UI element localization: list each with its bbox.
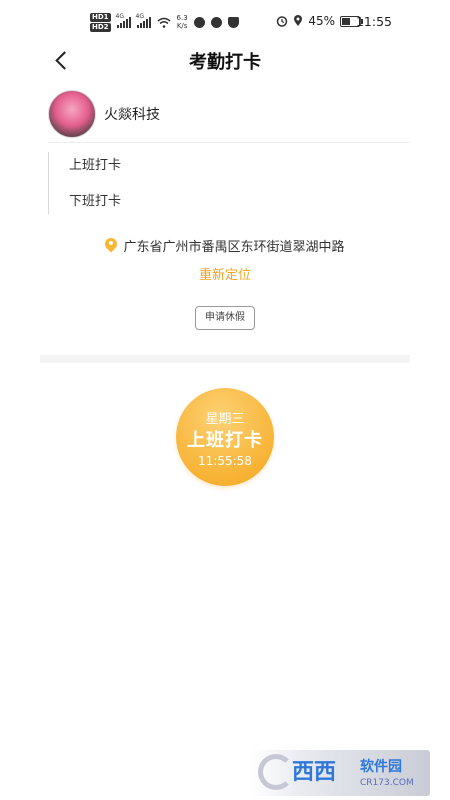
- wechat-icon: [210, 16, 222, 28]
- relocate-link[interactable]: 重新定位: [0, 264, 450, 283]
- location-address: 广东省广州市番禺区东环街道翠湖中路: [123, 240, 345, 255]
- wifi-icon: [157, 17, 171, 28]
- battery-percent: 45%: [308, 14, 335, 28]
- divider: [48, 142, 410, 143]
- company-row: 火燚科技: [48, 88, 410, 140]
- punch-record-list: 上班打卡 下班打卡: [48, 152, 249, 214]
- hd-badges: HD1 HD2: [90, 12, 111, 32]
- watermark-logo: 西西 软件园 CR173.COM: [250, 750, 430, 796]
- signal-icon: 4G: [136, 13, 151, 28]
- status-left: HD1 HD2 4G 4G 6.3 K/s: [90, 10, 239, 34]
- clock-in-record: 上班打卡: [69, 158, 122, 173]
- location-pin-icon: [105, 238, 117, 254]
- section-separator: [40, 355, 410, 363]
- watermark-c-icon: [258, 754, 294, 790]
- apply-leave-button[interactable]: 申请休假: [195, 306, 255, 330]
- watermark-brand2: 软件园: [360, 759, 402, 775]
- status-right: 45%: [276, 14, 363, 28]
- shield-icon: [227, 16, 239, 28]
- company-name: 火燚科技: [104, 107, 160, 123]
- alarm-icon: [277, 16, 288, 27]
- clock-out-record: 下班打卡: [69, 194, 122, 209]
- page-title: 考勤打卡: [189, 52, 261, 73]
- location-row: 广东省广州市番禺区东环街道翠湖中路: [0, 236, 450, 255]
- network-speed: 6.3 K/s: [176, 14, 188, 30]
- clock-current-time: 11:55:58: [198, 454, 252, 468]
- hd-icon: HD1: [90, 12, 111, 22]
- status-bar: HD1 HD2 4G 4G 6.3 K/s 45% 11:55: [0, 0, 450, 44]
- clock-in-button[interactable]: 星期三 上班打卡 11:55:58: [176, 388, 274, 486]
- location-status-icon: [294, 15, 303, 26]
- signal-icon: 4G: [116, 13, 131, 28]
- account-icon: [193, 16, 205, 28]
- clock-weekday: 星期三: [205, 412, 245, 427]
- clock-button-label: 上班打卡: [187, 430, 263, 451]
- watermark-url: CR173.COM: [360, 778, 414, 788]
- clock-time-status: 11:55: [355, 14, 392, 29]
- app-header: 考勤打卡: [40, 44, 410, 76]
- watermark-brand: 西西: [292, 760, 337, 785]
- hd-icon: HD2: [90, 22, 111, 32]
- avatar: [48, 90, 96, 138]
